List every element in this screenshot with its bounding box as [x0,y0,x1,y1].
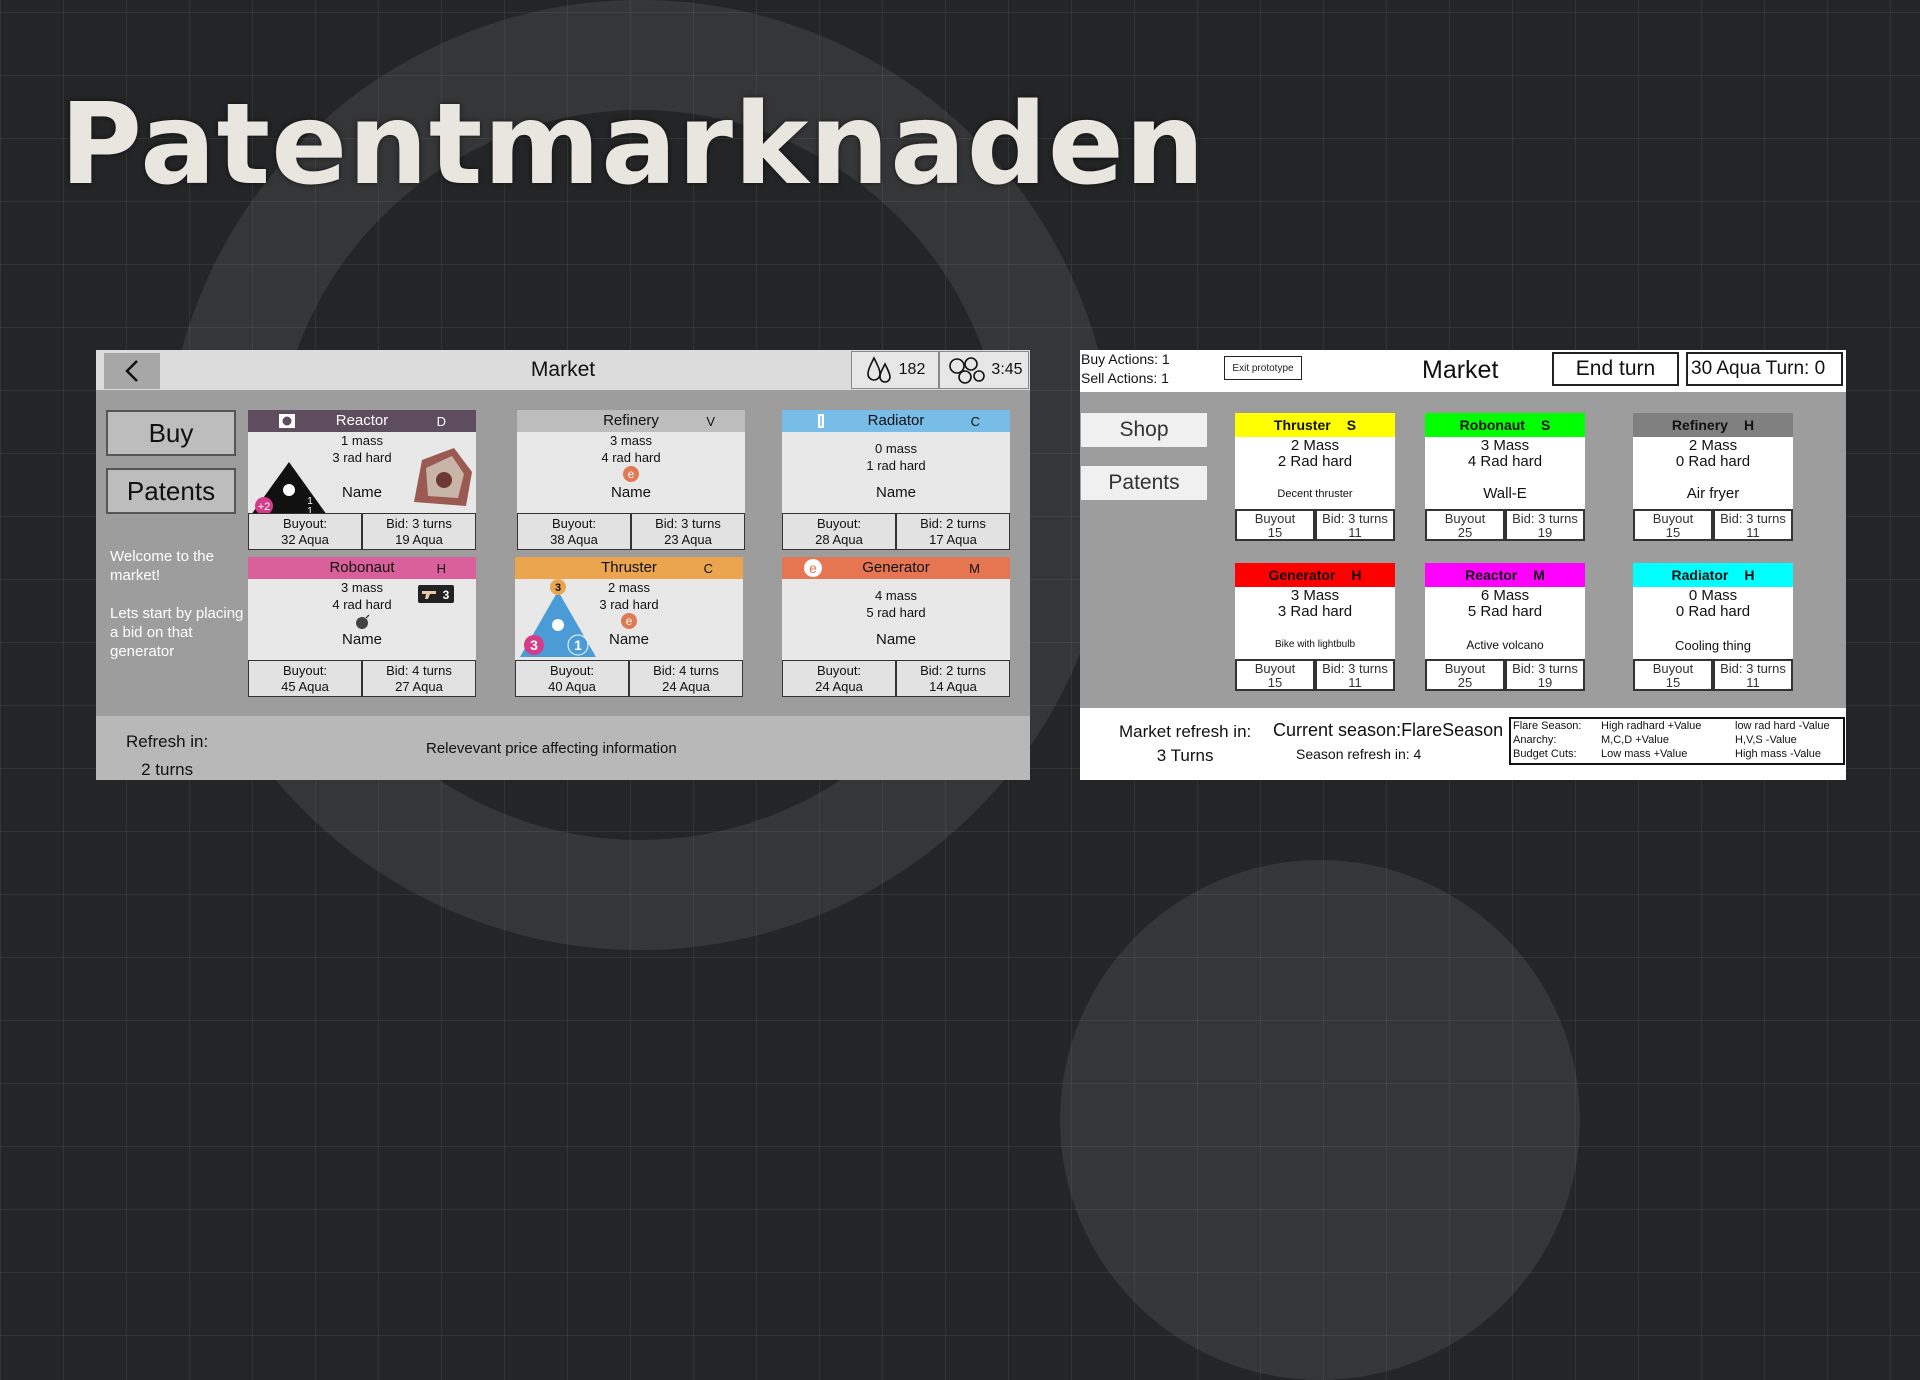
card-header: Reactor M [1425,563,1585,587]
svg-text:3: 3 [555,582,561,594]
patent-card-reactor[interactable]: Reactor M 6 Mass 5 Rad hard Active volcano… [1425,563,1585,691]
card-price-row: Buyout: 24 Aqua Bid: 2 turns 14 Aqua [782,660,1010,697]
market-card-reactor[interactable]: Reactor D 1 mass 3 rad hard +2 1 1 Name B… [248,410,476,550]
market-card-refinery[interactable]: Refinery V 3 mass 4 rad hard e Name Buyou… [517,410,745,550]
patent-card-generator[interactable]: Generator H 3 Mass 3 Rad hard Bike with li… [1235,563,1395,691]
card-stats: 2 Mass 2 Rad hard [1277,437,1353,470]
card-stats: 2 Mass 0 Rad hard [1675,437,1751,470]
card-stats: 0 mass 1 rad hard [866,441,926,473]
patents-button[interactable]: Patents [1081,466,1207,500]
card-price-row: Buyout 15 Bid: 3 turns 11 [1235,659,1395,691]
blaster-badge-icon: 3 [418,585,454,603]
energy-icon: e [621,613,637,629]
actions-counter: Buy Actions: 1 Sell Actions: 1 [1081,351,1170,386]
card-price-row: Buyout 25 Bid: 3 turns 19 [1425,509,1585,541]
refresh-timer: Refresh in: 2 turns [126,732,209,779]
current-season: Current season:FlareSeason [1273,720,1504,740]
season-effect-row: Flare Season: High radhard +Value low rad … [1513,720,1830,732]
water-resource-value: 182 [898,361,926,378]
market-refresh-timer: Market refresh in: 3 Turns [1119,722,1252,765]
season-effects-table: Flare Season: High radhard +Value low rad … [1509,717,1845,765]
market-card-thruster[interactable]: Thruster C 2 mass 3 rad hard 3 3 1 e Name… [515,557,743,697]
right-bottom-bar: Market refresh in: 3 Turns Current season… [1080,708,1846,780]
market-card-radiator[interactable]: Radiator C 0 mass 1 rad hard Name Buyout:… [782,410,1010,550]
exit-prototype-button[interactable]: Exit prototype [1224,356,1302,380]
card-price-row: Buyout: 40 Aqua Bid: 4 turns 24 Aqua [515,660,743,697]
card-header: Refinery H [1633,413,1793,437]
market-card-generator[interactable]: e Generator M 4 mass 5 rad hard Name Buyo… [782,557,1010,697]
back-button[interactable] [104,353,160,389]
patent-card-refinery[interactable]: Refinery H 2 Mass 0 Rad hard Air fryer Buy… [1633,413,1793,541]
card-header: Radiator C [782,410,1010,432]
right-market-screen: Buy Actions: 1 Sell Actions: 1 Exit prot… [1080,350,1846,780]
card-header: Radiator H [1633,563,1793,587]
card-price-row: Buyout 15 Bid: 3 turns 11 [1633,509,1793,541]
card-price-row: Buyout 25 Bid: 3 turns 19 [1425,659,1585,691]
water-drops-icon [866,356,891,383]
card-header: e Generator M [782,557,1010,579]
plus-badge: +2 [258,501,271,513]
season-effect-row: Anarchy: M,C,D +Value H,V,S -Value [1513,734,1797,746]
left-top-bar: Market 182 3:45 [96,350,1030,390]
card-price-row: Buyout: 45 Aqua Bid: 4 turns 27 Aqua [248,660,476,697]
card-header: Refinery V [517,410,745,432]
background-circle-shape [1060,860,1580,1380]
right-top-bar: Buy Actions: 1 Sell Actions: 1 Exit prot… [1080,350,1846,392]
slide-title: Patentmarknaden [60,80,1206,210]
svg-text:3: 3 [443,588,450,602]
season-refresh: Season refresh in: 4 [1296,746,1422,762]
market-card-robonaut[interactable]: Robonaut H 3 mass 4 rad hard 3 Name Buyou… [248,557,476,697]
energy-icon: e [623,466,639,482]
patents-button[interactable]: Patents [106,468,236,514]
card-price-row: Buyout: 28 Aqua Bid: 2 turns 17 Aqua [782,513,1010,550]
card-stats: 4 mass 5 rad hard [866,588,926,620]
patent-card-radiator[interactable]: Radiator H 0 Mass 0 Rad hard Cooling thing… [1633,563,1793,691]
buy-button[interactable]: Buy [106,410,236,456]
bomb-icon [356,614,370,629]
card-header: Thruster C [515,557,743,579]
card-header: Thruster S [1235,413,1395,437]
patent-card-robonaut[interactable]: Robonaut S 3 Mass 4 Rad hard Wall-E Buyout… [1425,413,1585,541]
left-bottom-bar: Refresh in: 2 turns Relevevant price affe… [96,716,1030,780]
gear-cluster-icon [949,357,986,384]
welcome-message: Welcome to the market! Lets start by pla… [110,548,244,660]
chevron-left-icon [125,360,138,382]
patent-card-thruster[interactable]: Thruster S 2 Mass 2 Rad hard Decent thrust… [1235,413,1395,541]
card-stats: 3 mass 4 rad hard [601,433,661,465]
season-effect-row: Budget Cuts: Low mass +Value High mass -Va… [1513,748,1821,760]
price-info-text: Relevevant price affecting information [426,740,677,757]
card-header: Robonaut H [248,557,476,579]
shop-button[interactable]: Shop [1081,413,1207,447]
aqua-turn-status: 30 Aqua Turn: 0 [1686,352,1843,386]
card-price-row: Buyout 15 Bid: 3 turns 11 [1633,659,1793,691]
end-turn-button[interactable]: End turn [1552,352,1679,386]
robot-art-icon [414,448,472,506]
card-header: Reactor D [248,410,476,432]
water-resource: 182 [851,351,939,389]
card-stats: 3 Mass 4 Rad hard [1467,437,1543,470]
timer-value: 3:45 [991,361,1023,378]
card-price-row: Buyout: 32 Aqua Bid: 3 turns 19 Aqua [248,513,476,550]
card-stats: 0 Mass 0 Rad hard [1675,587,1751,620]
card-header: Robonaut S [1425,413,1585,437]
right-market-title: Market [1422,356,1499,384]
left-market-screen: Market 182 3:45 Buy Patents Welcome to t… [96,350,1030,780]
card-header: Generator H [1235,563,1395,587]
card-stats: 3 Mass 3 Rad hard [1277,587,1353,620]
card-stats: 6 Mass 5 Rad hard [1467,587,1543,620]
card-price-row: Buyout 15 Bid: 3 turns 11 [1235,509,1395,541]
turn-timer: 3:45 [939,351,1029,389]
card-price-row: Buyout: 38 Aqua Bid: 3 turns 23 Aqua [517,513,745,550]
